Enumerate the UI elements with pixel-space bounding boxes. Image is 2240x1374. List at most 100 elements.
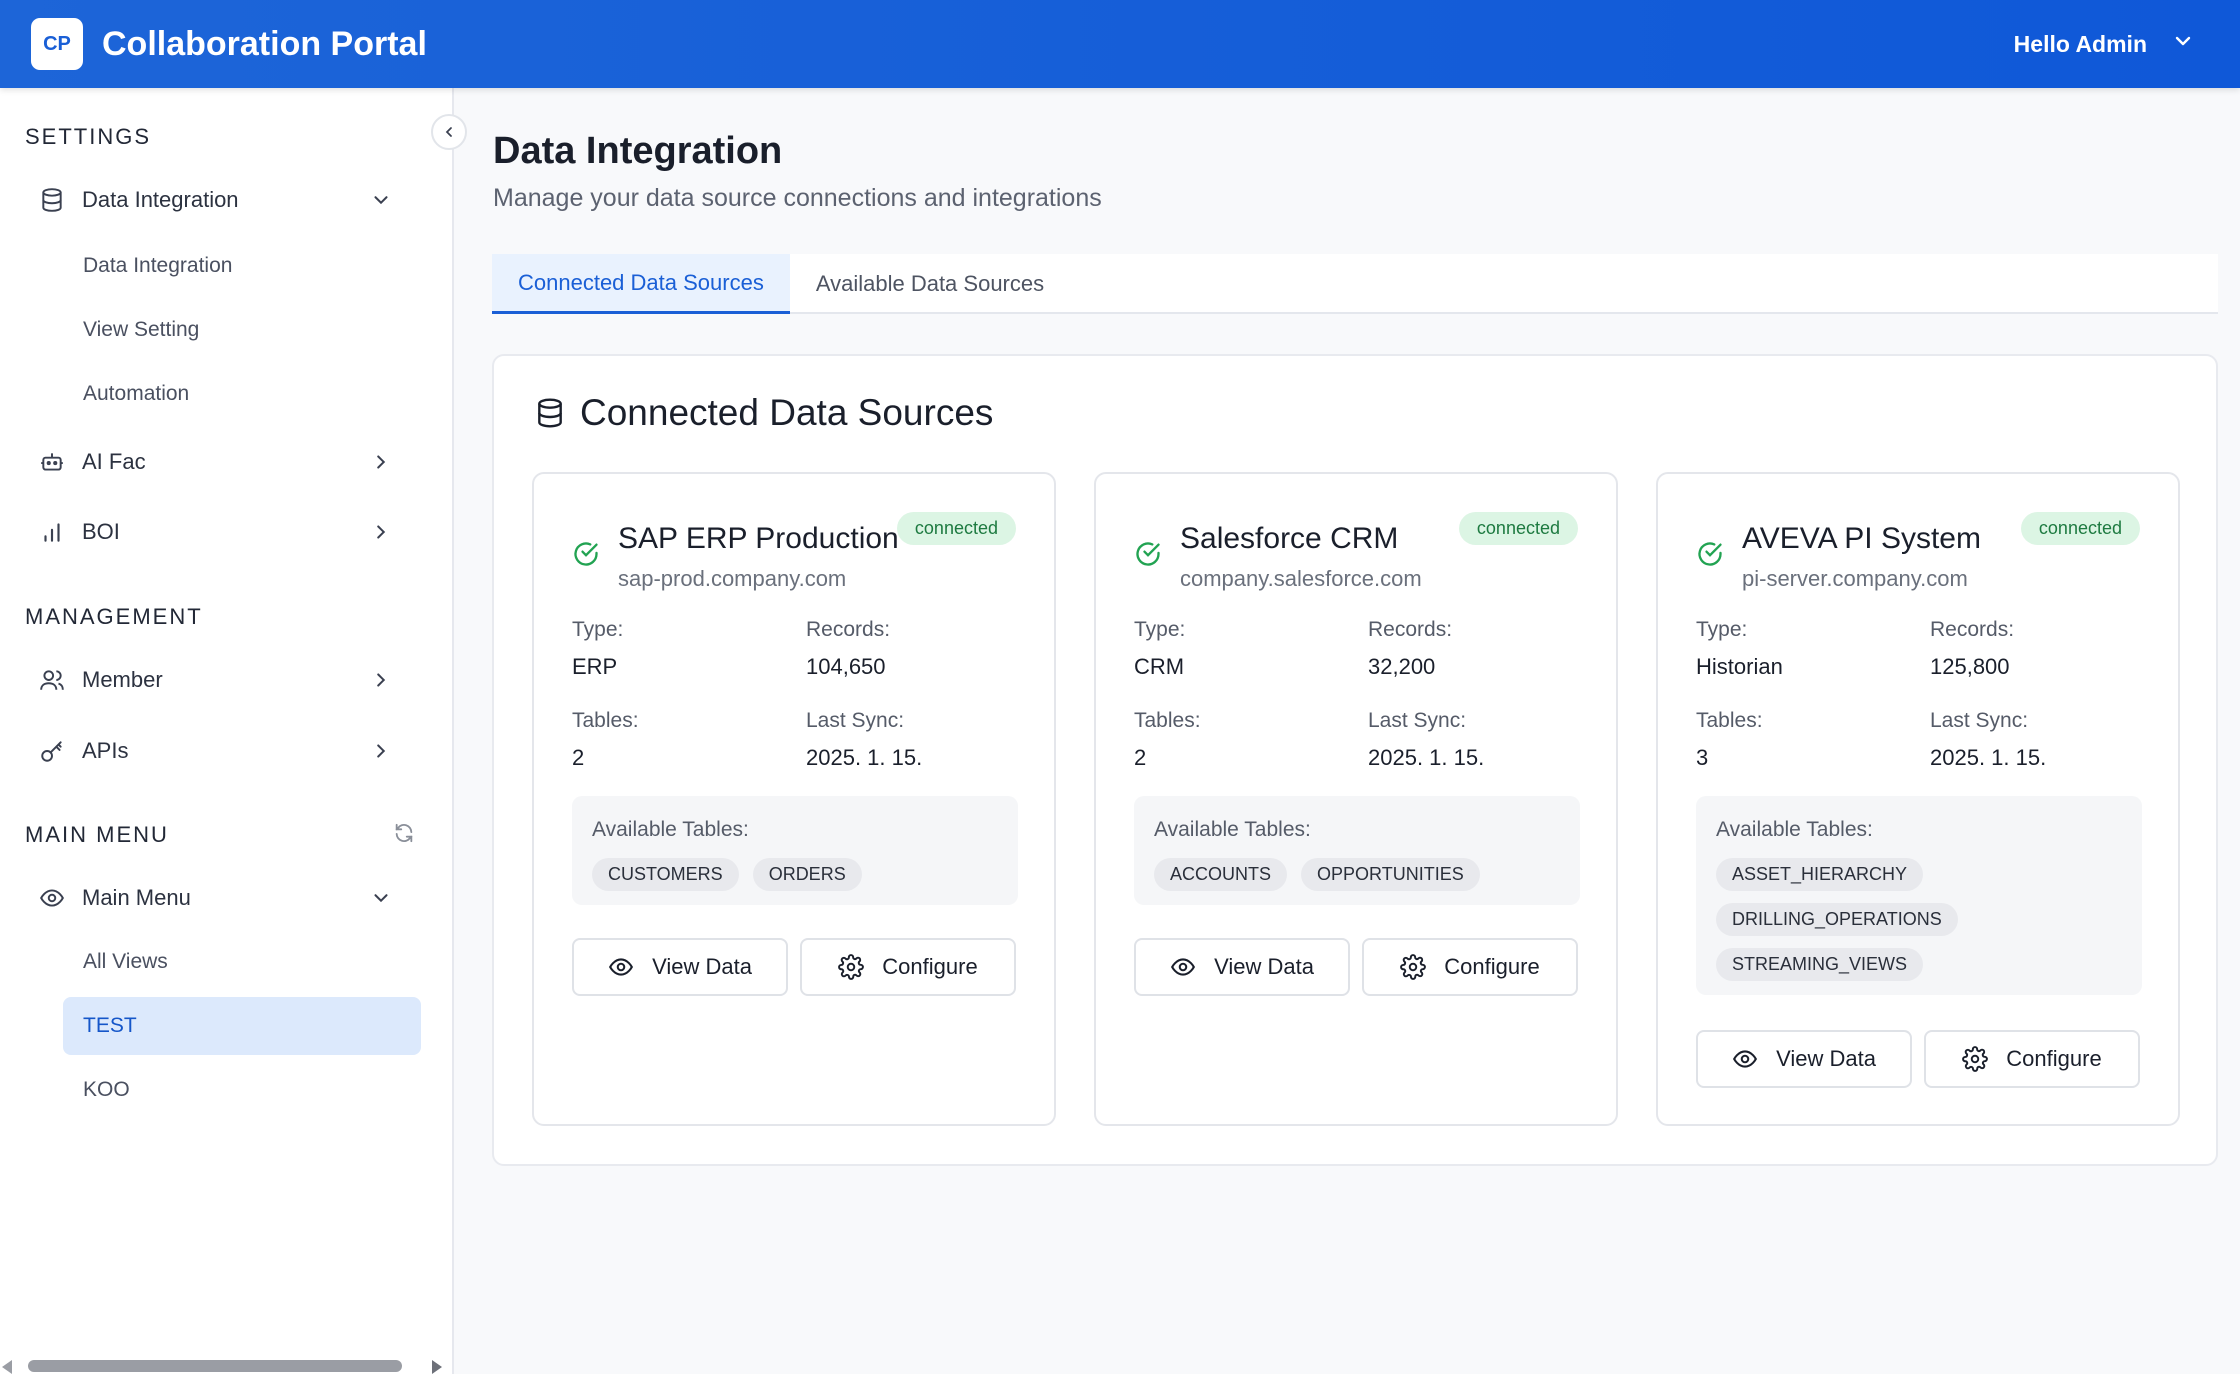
available-tables-label: Available Tables: [592, 818, 749, 841]
sidebar-item-ai-fac[interactable]: AI Fac [38, 434, 412, 490]
sidebar-item-main-menu[interactable]: Main Menu [38, 870, 412, 926]
tab-bar: Connected Data Sources Available Data So… [492, 254, 2218, 314]
tab-connected-data-sources[interactable]: Connected Data Sources [492, 254, 790, 314]
chevron-down-icon [2171, 29, 2195, 59]
button-label: Configure [2006, 1046, 2102, 1071]
data-source-card: Salesforce CRM company.salesforce.com co… [1094, 472, 1618, 1126]
scrollbar-thumb[interactable] [28, 1360, 402, 1372]
configure-button[interactable]: Configure [1362, 938, 1578, 996]
table-chip[interactable]: CUSTOMERS [592, 858, 739, 891]
button-label: Configure [882, 954, 978, 979]
panel-title-text: Connected Data Sources [580, 392, 994, 433]
table-chip[interactable]: OPPORTUNITIES [1301, 858, 1480, 891]
check-circle-icon [1136, 542, 1160, 566]
sidebar-item-label: AI Fac [82, 449, 146, 474]
button-label: Configure [1444, 954, 1540, 979]
sidebar-subitem-data-integration[interactable]: Data Integration [83, 254, 232, 278]
sidebar-item-label: APIs [82, 738, 129, 763]
sidebar-horizontal-scrollbar[interactable] [0, 1358, 454, 1374]
status-badge: connected [2020, 512, 2140, 545]
stat-label: Tables: [1134, 709, 1201, 732]
sidebar-item-data-integration[interactable]: Data Integration [38, 172, 412, 228]
stat-tables: Tables: 2 [1134, 709, 1201, 771]
source-host: pi-server.company.com [1742, 566, 1968, 591]
robot-icon [38, 448, 66, 476]
sidebar-item-apis[interactable]: APIs [38, 723, 412, 779]
table-chip[interactable]: ASSET_HIERARCHY [1716, 858, 1924, 891]
connected-sources-panel: Connected Data Sources SAP ERP Productio… [492, 354, 2218, 1166]
app-logo[interactable]: CP [31, 18, 83, 70]
stat-records: Records: 32,200 [1368, 618, 1452, 680]
view-data-button[interactable]: View Data [572, 938, 788, 996]
chevron-right-icon [377, 673, 386, 687]
stat-label: Type: [1696, 618, 1748, 641]
section-label-settings: SETTINGS [25, 124, 152, 149]
page-subtitle: Manage your data source connections and … [493, 184, 1102, 212]
section-label-main-menu: MAIN MENU [25, 822, 169, 847]
stat-type: Type: CRM [1134, 618, 1185, 680]
gear-icon [838, 954, 865, 980]
available-tables-label: Available Tables: [1154, 818, 1311, 841]
chevron-left-icon [445, 127, 452, 137]
available-tables-box: Available Tables: ACCOUNTS OPPORTUNITIES [1134, 796, 1580, 905]
stat-type: Type: ERP [572, 618, 623, 680]
tab-available-data-sources[interactable]: Available Data Sources [790, 254, 1070, 314]
available-tables-box: Available Tables: CUSTOMERS ORDERS [572, 796, 1018, 905]
source-name: AVEVA PI System [1742, 522, 1981, 555]
stat-label: Last Sync: [1368, 709, 1467, 732]
panel-title: Connected Data Sources [534, 392, 993, 434]
stat-label: Last Sync: [1930, 709, 2029, 732]
view-data-button[interactable]: View Data [1134, 938, 1350, 996]
data-source-card: AVEVA PI System pi-server.company.com co… [1656, 472, 2180, 1126]
data-source-card: SAP ERP Production sap-prod.company.com … [532, 472, 1056, 1126]
refresh-icon[interactable] [393, 822, 415, 844]
stat-records: Records: 104,650 [806, 618, 890, 680]
sidebar-subitem-koo[interactable]: KOO [83, 1078, 130, 1102]
table-chip[interactable]: STREAMING_VIEWS [1716, 948, 1924, 981]
chevron-down-icon [374, 894, 388, 903]
users-icon [38, 666, 66, 694]
sidebar-item-label: Main Menu [82, 885, 191, 910]
table-chip[interactable]: ACCOUNTS [1154, 858, 1288, 891]
scroll-right-arrow[interactable] [432, 1360, 442, 1374]
stat-label: Tables: [572, 709, 639, 732]
stat-value: 2025. 1. 15. [806, 745, 923, 770]
page-title: Data Integration [493, 130, 783, 172]
stat-label: Records: [1368, 618, 1453, 641]
sidebar-subitem-all-views[interactable]: All Views [83, 950, 168, 974]
scroll-left-arrow[interactable] [2, 1360, 12, 1374]
sidebar-collapse-button[interactable] [431, 114, 467, 150]
sidebar-item-boi[interactable]: BOI [38, 504, 412, 560]
stat-value: Historian [1696, 654, 1783, 679]
stat-last-sync: Last Sync: 2025. 1. 15. [806, 709, 922, 771]
source-name: SAP ERP Production [618, 522, 899, 555]
eye-icon [1733, 1050, 1758, 1068]
user-menu[interactable]: Hello Admin [2014, 29, 2195, 59]
stat-value: ERP [572, 654, 618, 679]
button-label: View Data [652, 954, 752, 979]
sidebar-subitem-view-setting[interactable]: View Setting [83, 318, 199, 342]
gear-icon [1400, 954, 1427, 980]
button-label: View Data [1776, 1046, 1876, 1071]
sidebar-item-member[interactable]: Member [38, 652, 412, 708]
card-header: Salesforce CRM company.salesforce.com [1134, 514, 1422, 592]
card-header: SAP ERP Production sap-prod.company.com [572, 514, 899, 592]
gear-icon [1962, 1046, 1989, 1072]
section-label-management: MANAGEMENT [25, 604, 203, 629]
bar-chart-icon [38, 518, 66, 546]
table-chip[interactable]: DRILLING_OPERATIONS [1716, 903, 1958, 936]
user-greeting: Hello Admin [2013, 30, 2147, 57]
stat-records: Records: 125,800 [1930, 618, 2014, 680]
sidebar-subitem-automation[interactable]: Automation [83, 382, 189, 406]
configure-button[interactable]: Configure [800, 938, 1016, 996]
configure-button[interactable]: Configure [1924, 1030, 2140, 1088]
sidebar-item-label: BOI [82, 519, 120, 544]
stat-tables: Tables: 3 [1696, 709, 1763, 771]
app-title: Collaboration Portal [102, 24, 427, 63]
sidebar-subitem-test-active[interactable]: TEST [63, 997, 421, 1055]
stat-type: Type: Historian [1696, 618, 1783, 680]
view-data-button[interactable]: View Data [1696, 1030, 1912, 1088]
sidebar-item-label: Member [82, 667, 163, 692]
table-chip[interactable]: ORDERS [752, 858, 862, 891]
source-name: Salesforce CRM [1180, 522, 1399, 555]
